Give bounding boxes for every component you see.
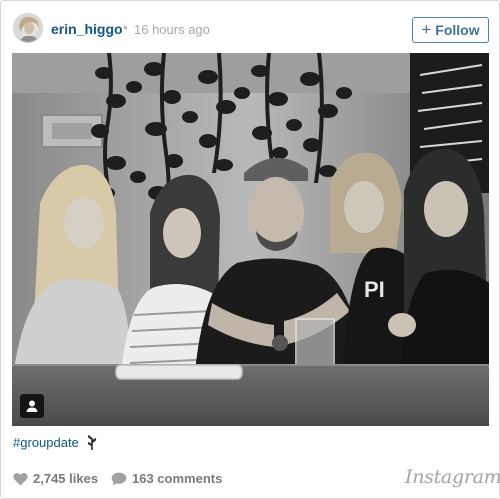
comment-bubble-icon	[111, 472, 127, 485]
plus-icon: +	[421, 20, 432, 39]
heart-icon	[13, 472, 28, 485]
user-tag-button[interactable]	[20, 394, 44, 418]
post-caption: #groupdate	[13, 435, 98, 453]
instagram-embed-card: erin_higgo • 16 hours ago + Follow PI #g…	[0, 0, 500, 499]
post-footer: 2,745 likes 163 comments Instagram	[1, 463, 500, 493]
user-tag-icon	[26, 400, 38, 412]
post-photo[interactable]: PI	[12, 53, 489, 426]
plant-emoji-icon	[86, 435, 98, 453]
comments-text: 163 comments	[132, 471, 223, 486]
follow-button[interactable]: + Follow	[412, 17, 489, 43]
post-header: erin_higgo • 16 hours ago + Follow	[1, 1, 499, 55]
separator-dot: •	[123, 19, 128, 35]
likes-count[interactable]: 2,745 likes	[13, 471, 98, 486]
svg-text:PI: PI	[364, 277, 385, 302]
hashtag-link[interactable]: #groupdate	[13, 435, 79, 450]
likes-text: 2,745 likes	[33, 471, 99, 486]
post-timestamp[interactable]: 16 hours ago	[134, 22, 210, 37]
comments-count[interactable]: 163 comments	[111, 471, 222, 486]
user-avatar[interactable]	[13, 13, 43, 43]
follow-label: Follow	[435, 22, 480, 38]
photo-image: PI	[12, 53, 489, 426]
username-link[interactable]: erin_higgo	[51, 21, 123, 37]
instagram-logo[interactable]: Instagram	[405, 466, 500, 488]
